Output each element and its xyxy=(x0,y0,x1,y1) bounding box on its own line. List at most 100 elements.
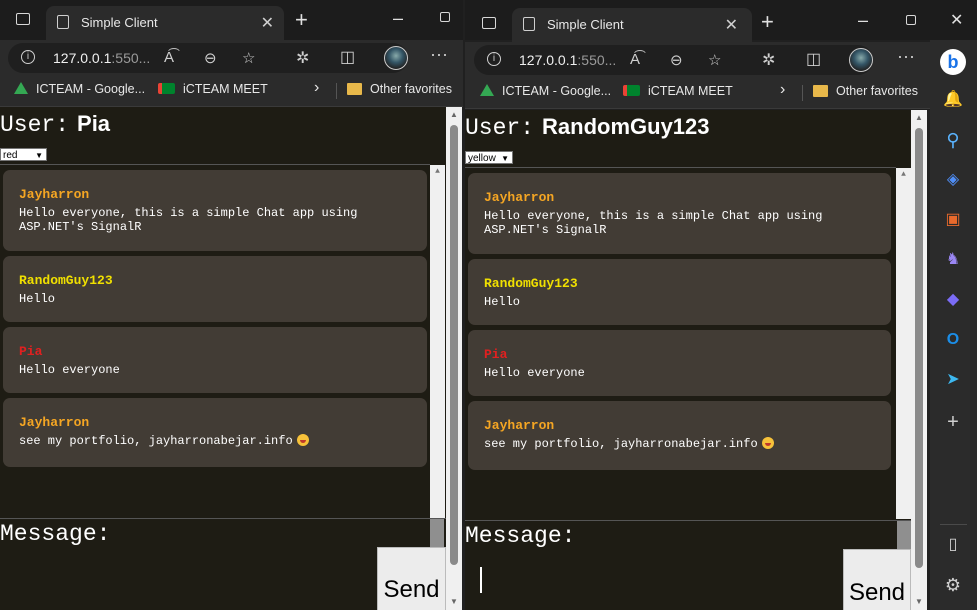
page-scrollbar[interactable]: ▲ ▼ xyxy=(911,110,927,610)
message-text: Hello everyone xyxy=(19,363,120,377)
read-aloud-icon[interactable]: A͡ xyxy=(630,51,640,68)
info-icon[interactable]: i xyxy=(487,52,501,66)
chat-message: Pia Hello everyone xyxy=(3,327,427,393)
page-scrollbar[interactable]: ▲ ▼ xyxy=(446,107,462,610)
more-icon[interactable]: ··· xyxy=(430,44,448,65)
bing-icon[interactable]: b xyxy=(940,49,966,75)
scroll-down-icon[interactable]: ▼ xyxy=(446,597,462,606)
folder-icon xyxy=(347,83,362,95)
folder-icon xyxy=(813,85,828,97)
message-author: Jayharron xyxy=(484,190,555,205)
chat-scrollbar[interactable]: ▲ xyxy=(430,165,445,518)
tab-simple-client[interactable]: Simple Client ✕ xyxy=(46,6,284,40)
divider xyxy=(940,524,967,525)
url-text[interactable]: 127.0.0.1:550... xyxy=(519,52,616,68)
tag-icon[interactable]: ◈ xyxy=(943,170,963,190)
chat-message: RandomGuy123 Hello xyxy=(3,256,427,322)
puzzle-icon[interactable]: ✲ xyxy=(762,50,775,70)
scrollbar-thumb[interactable] xyxy=(915,128,923,568)
message-author: Jayharron xyxy=(19,415,90,430)
message-input-caret[interactable] xyxy=(480,567,482,593)
minimize-icon[interactable]: – xyxy=(393,9,403,27)
message-text: see my portfolio, jayharronabejar.info xyxy=(19,434,411,448)
chat-message: Jayharron Hello everyone, this is a simp… xyxy=(468,173,891,254)
games-icon[interactable]: ♞ xyxy=(943,250,963,270)
scroll-up-icon[interactable]: ▲ xyxy=(446,110,462,119)
user-heading: User: Pia xyxy=(0,111,111,138)
plus-icon[interactable]: + xyxy=(295,9,308,31)
hide-sidebar-icon[interactable]: ▯ xyxy=(943,535,963,555)
profile-avatar[interactable] xyxy=(849,48,873,72)
message-label: Message: xyxy=(465,523,576,549)
plus-icon[interactable]: + xyxy=(761,11,774,33)
username: RandomGuy123 xyxy=(542,114,710,139)
tab-actions-icon[interactable] xyxy=(16,13,30,25)
url-text[interactable]: 127.0.0.1:550... xyxy=(53,50,150,66)
send-button[interactable]: Send xyxy=(843,549,911,610)
tab-actions-icon[interactable] xyxy=(482,17,496,29)
chevron-right-icon[interactable]: › xyxy=(314,79,319,97)
chat-scrollbar[interactable]: ▲ xyxy=(896,168,911,519)
close-window-icon[interactable]: ✕ xyxy=(950,12,963,30)
send-icon[interactable]: ➤ xyxy=(943,370,963,390)
star-icon[interactable]: ☆ xyxy=(708,51,721,69)
search-icon[interactable]: ⚲ xyxy=(943,130,963,150)
scroll-up-icon[interactable]: ▲ xyxy=(430,167,445,176)
message-author: Jayharron xyxy=(19,187,90,202)
chat-message: Pia Hello everyone xyxy=(468,330,891,396)
chat-list: Jayharron Hello everyone, this is a simp… xyxy=(465,167,896,520)
chat-message: RandomGuy123 Hello xyxy=(468,259,891,325)
page-icon xyxy=(523,17,535,31)
favorite-ictam-google[interactable]: ICTEAM - Google... xyxy=(14,82,145,96)
split-screen-icon[interactable]: ◫ xyxy=(340,47,355,67)
address-bar: i 127.0.0.1:550... A͡ ⊖ ☆ ✲ ◫ ··· xyxy=(465,42,930,78)
outlook-icon[interactable]: O xyxy=(943,330,963,350)
message-text: see my portfolio, jayharronabejar.info xyxy=(484,437,875,451)
message-text: Hello xyxy=(484,295,521,309)
zoom-icon[interactable]: ⊖ xyxy=(670,51,683,69)
bell-icon[interactable]: 🔔 xyxy=(943,90,963,110)
scroll-up-icon[interactable]: ▲ xyxy=(911,113,927,122)
chevron-right-icon[interactable]: › xyxy=(780,81,785,99)
favorite-ictam-meet[interactable]: iCTEAM MEET xyxy=(623,84,733,98)
minimize-icon[interactable]: – xyxy=(858,11,868,29)
info-icon[interactable]: i xyxy=(21,50,35,64)
scroll-thumb[interactable] xyxy=(897,521,911,549)
tab-simple-client[interactable]: Simple Client ✕ xyxy=(512,8,752,42)
address-bar: i 127.0.0.1:550... A͡ ⊖ ☆ ✲ ◫ ··· xyxy=(0,40,463,76)
add-icon[interactable]: + xyxy=(943,412,963,432)
settings-icon[interactable]: ⚙ xyxy=(943,575,963,595)
other-favorites[interactable]: Other favorites xyxy=(813,84,918,98)
read-aloud-icon[interactable]: A͡ xyxy=(164,49,174,66)
message-text: Hello everyone xyxy=(484,366,585,380)
scroll-up-icon[interactable]: ▲ xyxy=(896,170,911,179)
maximize-icon[interactable] xyxy=(906,15,916,25)
message-author: Pia xyxy=(19,344,43,359)
zoom-icon[interactable]: ⊖ xyxy=(204,49,217,67)
message-text: Hello xyxy=(19,292,56,306)
color-select[interactable]: yellow ▼ xyxy=(465,151,513,164)
scroll-thumb[interactable] xyxy=(430,519,444,547)
favorite-ictam-meet[interactable]: iCTEAM MEET xyxy=(158,82,268,96)
divider xyxy=(336,83,337,99)
star-icon[interactable]: ☆ xyxy=(242,49,255,67)
page-content: User: Pia red ▼ Jayharron Hello everyone, … xyxy=(0,107,446,610)
close-icon[interactable]: ✕ xyxy=(725,15,738,35)
other-favorites[interactable]: Other favorites xyxy=(347,82,452,96)
chat-list: Jayharron Hello everyone, this is a simp… xyxy=(0,164,430,519)
copilot-icon[interactable]: ◆ xyxy=(943,290,963,310)
briefcase-icon[interactable]: ▣ xyxy=(943,210,963,230)
close-icon[interactable]: ✕ xyxy=(261,13,274,33)
puzzle-icon[interactable]: ✲ xyxy=(296,48,309,68)
scrollbar-thumb[interactable] xyxy=(450,125,458,565)
split-screen-icon[interactable]: ◫ xyxy=(806,49,821,69)
message-label: Message: xyxy=(0,521,111,547)
more-icon[interactable]: ··· xyxy=(897,46,915,67)
color-select[interactable]: red ▼ xyxy=(0,148,47,161)
favorite-ictam-google[interactable]: ICTEAM - Google... xyxy=(480,84,611,98)
maximize-icon[interactable] xyxy=(440,12,450,22)
profile-avatar[interactable] xyxy=(384,46,408,70)
chevron-down-icon: ▼ xyxy=(35,151,43,160)
send-button[interactable]: Send xyxy=(377,547,446,610)
scroll-down-icon[interactable]: ▼ xyxy=(911,597,927,606)
